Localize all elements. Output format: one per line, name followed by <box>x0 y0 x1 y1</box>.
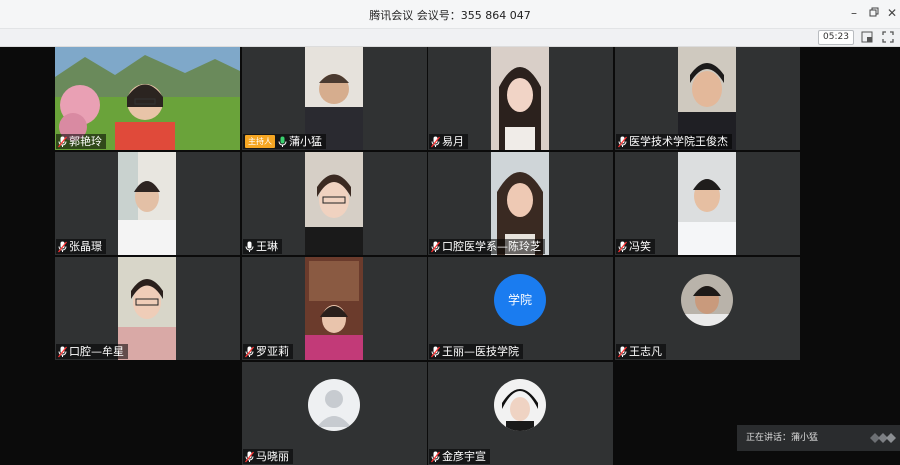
default-avatar-icon <box>308 379 360 431</box>
layout-icon[interactable] <box>861 31 873 43</box>
participant-name: 冯笑 <box>629 240 651 253</box>
meeting-toolbar: 05:23 <box>0 29 900 47</box>
participant-label: 口腔医学系—陈玲芝 <box>429 239 545 254</box>
participant-tile[interactable]: 王琳 <box>242 152 427 255</box>
participant-name: 王志凡 <box>629 345 662 358</box>
avatar <box>494 379 546 431</box>
mic-muted-icon <box>618 241 627 252</box>
participant-tile[interactable]: 马晓丽 <box>242 362 427 465</box>
participant-label: 罗亚莉 <box>243 344 293 359</box>
fullscreen-icon[interactable] <box>882 31 894 43</box>
participant-name: 王丽—医技学院 <box>442 345 519 358</box>
mic-muted-icon <box>618 346 627 357</box>
host-badge: 主持人 <box>245 135 275 148</box>
participant-tile[interactable]: 主持人 蒲小猛 <box>242 47 427 150</box>
participant-name: 罗亚莉 <box>256 345 289 358</box>
participant-video <box>678 152 736 255</box>
mic-muted-icon <box>431 451 440 462</box>
window-title: 腾讯会议 会议号：355 864 047 <box>369 9 531 22</box>
speaking-label: 正在讲话：蒲小猛 <box>746 433 819 443</box>
participant-video <box>118 152 176 255</box>
speaker-wave-icon <box>870 433 896 443</box>
mic-muted-icon <box>618 136 627 147</box>
participant-tile[interactable]: 罗亚莉 <box>242 257 427 360</box>
participant-label: 冯笑 <box>616 239 655 254</box>
minimize-icon[interactable]: – <box>846 5 862 21</box>
mic-muted-icon <box>245 451 254 462</box>
participant-name: 金彦宇宣 <box>442 450 486 463</box>
participant-video <box>305 257 363 360</box>
participant-name: 郭艳玲 <box>69 135 102 148</box>
participant-video <box>305 152 363 255</box>
mic-muted-icon <box>58 241 67 252</box>
close-icon[interactable]: ✕ <box>884 5 900 21</box>
avatar <box>681 274 733 326</box>
title-bar: 腾讯会议 会议号：355 864 047 – ✕ <box>0 0 900 29</box>
participant-tile[interactable]: 口腔—牟星 <box>55 257 240 360</box>
mic-muted-icon <box>431 346 440 357</box>
participant-label: 王琳 <box>243 239 282 254</box>
restore-icon[interactable] <box>866 5 882 21</box>
participant-label: 主持人 蒲小猛 <box>243 134 326 149</box>
participant-label: 医学技术学院王俊杰 <box>616 134 732 149</box>
participant-name: 口腔医学系—陈玲芝 <box>442 240 541 253</box>
participant-label: 易月 <box>429 134 468 149</box>
participant-name: 易月 <box>442 135 464 148</box>
mic-muted-icon <box>58 346 67 357</box>
participant-video <box>491 47 549 150</box>
participant-tile[interactable]: 王志凡 <box>615 257 800 360</box>
participant-tile[interactable]: 张晶璟 <box>55 152 240 255</box>
participant-name: 口腔—牟星 <box>69 345 124 358</box>
participant-name: 医学技术学院王俊杰 <box>629 135 728 148</box>
meeting-timer: 05:23 <box>818 30 854 45</box>
mic-muted-icon <box>58 136 67 147</box>
participant-label: 郭艳玲 <box>56 134 106 149</box>
participant-tile[interactable]: 学院 王丽—医技学院 <box>428 257 613 360</box>
mic-muted-icon <box>431 136 440 147</box>
mic-active-icon <box>278 136 287 147</box>
participant-name: 马晓丽 <box>256 450 289 463</box>
mic-icon <box>245 241 254 252</box>
participant-label: 口腔—牟星 <box>56 344 128 359</box>
participant-tile[interactable]: 口腔医学系—陈玲芝 <box>428 152 613 255</box>
participant-name: 王琳 <box>256 240 278 253</box>
mic-muted-icon <box>431 241 440 252</box>
participant-tile[interactable]: 金彦宇宣 <box>428 362 613 465</box>
participant-tile[interactable]: 郭艳玲 <box>55 47 240 150</box>
participant-label: 张晶璟 <box>56 239 106 254</box>
participant-name: 蒲小猛 <box>289 135 322 148</box>
participant-label: 王志凡 <box>616 344 666 359</box>
participant-label: 王丽—医技学院 <box>429 344 523 359</box>
avatar: 学院 <box>494 274 546 326</box>
participant-name: 张晶璟 <box>69 240 102 253</box>
participant-tile[interactable]: 冯笑 <box>615 152 800 255</box>
mic-muted-icon <box>245 346 254 357</box>
speaking-indicator: 正在讲话：蒲小猛 <box>737 425 900 451</box>
participant-label: 马晓丽 <box>243 449 293 464</box>
participant-tile[interactable]: 易月 <box>428 47 613 150</box>
participant-tile[interactable]: 医学技术学院王俊杰 <box>615 47 800 150</box>
participant-label: 金彦宇宣 <box>429 449 490 464</box>
